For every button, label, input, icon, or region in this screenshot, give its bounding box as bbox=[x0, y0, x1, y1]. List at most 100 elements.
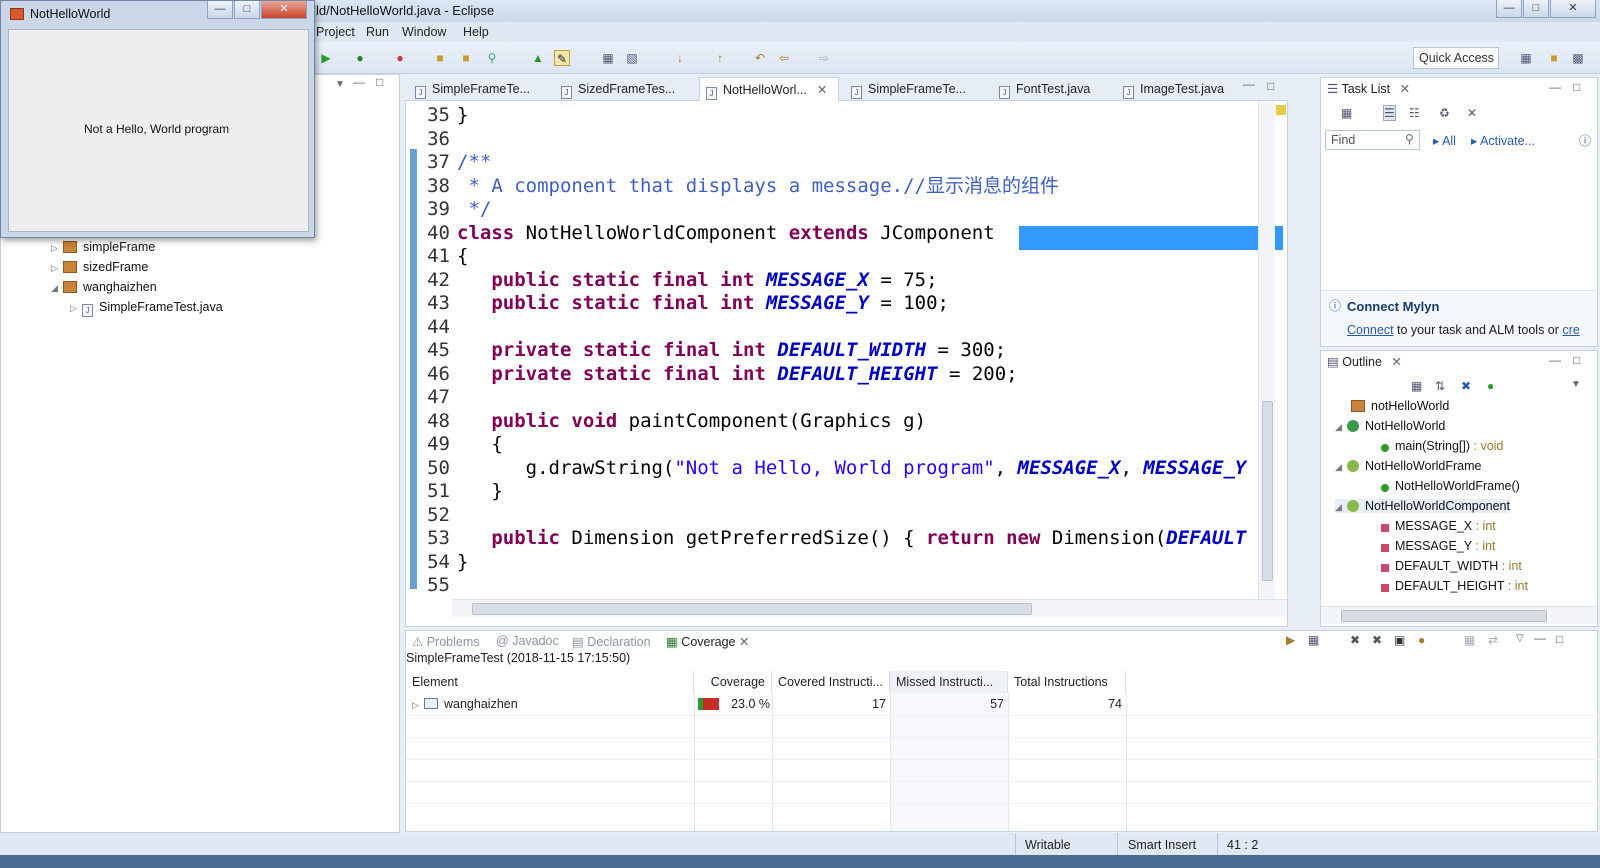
outline-item-selected[interactable]: ◢ NotHelloWorldComponent bbox=[1335, 499, 1510, 513]
tree-item-wanghaizhen[interactable]: ◢ wanghaizhen bbox=[51, 280, 157, 294]
create-link[interactable]: cre bbox=[1562, 323, 1579, 337]
prev-annotation-icon[interactable]: ↑ bbox=[712, 50, 728, 66]
activate-link[interactable]: ▸ Activate... bbox=[1471, 133, 1535, 148]
tab-javadoc[interactable]: @ Javadoc bbox=[496, 634, 559, 648]
col-total[interactable]: Total Instructions bbox=[1008, 671, 1126, 693]
pin-icon[interactable]: ▲ bbox=[530, 50, 546, 66]
expand-icon[interactable]: ▷ bbox=[51, 243, 63, 254]
popup-maximize-button[interactable]: □ bbox=[234, 1, 260, 19]
outline-item[interactable]: notHelloWorld bbox=[1351, 399, 1449, 413]
block-icon[interactable]: ▧ bbox=[624, 50, 640, 66]
outline-item[interactable]: ◢ NotHelloWorldFrame bbox=[1335, 459, 1481, 473]
scroll-thumb[interactable] bbox=[472, 603, 1032, 615]
relaunch-icon[interactable]: ▶ bbox=[1286, 633, 1295, 647]
tab-nothelloworld[interactable]: J NotHelloWorl... ✕ bbox=[699, 77, 839, 101]
tab-fonttest[interactable]: J FontTest.java bbox=[993, 77, 1111, 101]
outline-item[interactable]: ◢ NotHelloWorld bbox=[1335, 419, 1445, 433]
outline-item[interactable]: DEFAULT_HEIGHT : int bbox=[1381, 579, 1528, 593]
expand-icon[interactable]: ▷ bbox=[51, 263, 63, 274]
tab-outline[interactable]: ▤ Outline ✕ bbox=[1327, 351, 1402, 373]
vertical-scrollbar[interactable] bbox=[1258, 101, 1275, 599]
hide-static-icon[interactable]: ● bbox=[1487, 379, 1494, 393]
categorized-icon[interactable]: ☰ bbox=[1383, 105, 1396, 121]
minimize-view-icon[interactable]: — bbox=[353, 75, 365, 89]
open-type-icon[interactable]: ■ bbox=[432, 50, 448, 66]
menu-window[interactable]: Window bbox=[402, 25, 446, 39]
annotation-icon[interactable]: ▦ bbox=[600, 50, 616, 66]
outline-item[interactable]: MESSAGE_X : int bbox=[1381, 519, 1496, 533]
outline-item[interactable]: NotHelloWorldFrame() bbox=[1381, 479, 1520, 493]
tree-item-sizedframe[interactable]: ▷ sizedFrame bbox=[51, 260, 148, 274]
menu-run[interactable]: Run bbox=[366, 25, 389, 39]
scroll-thumb[interactable] bbox=[1341, 610, 1547, 622]
expand-icon[interactable]: ▷ bbox=[412, 694, 424, 716]
maximize-view-icon[interactable]: □ bbox=[1573, 353, 1580, 367]
outline-item[interactable]: main(String[]) : void bbox=[1381, 439, 1503, 453]
col-element[interactable]: Element bbox=[406, 671, 694, 693]
debug-perspective-icon[interactable]: ▩ bbox=[1570, 50, 1586, 66]
run-icon[interactable]: ▶ bbox=[318, 50, 334, 66]
quick-access-input[interactable]: Quick Access bbox=[1413, 47, 1499, 69]
tab-simpleframetest-1[interactable]: J SimpleFrameTe... bbox=[407, 77, 547, 101]
col-covered[interactable]: Covered Instructi... bbox=[772, 671, 890, 693]
maximize-editor-icon[interactable]: □ bbox=[1267, 79, 1274, 93]
tab-coverage[interactable]: ▦ Coverage ✕ bbox=[666, 634, 750, 649]
help-icon[interactable]: ⓘ bbox=[1579, 132, 1591, 149]
tab-imagetest[interactable]: J ImageTest.java bbox=[1117, 77, 1239, 101]
view-menu-icon[interactable]: ▼ bbox=[1571, 379, 1581, 390]
sync-icon[interactable]: ♻ bbox=[1439, 106, 1450, 120]
menu-project[interactable]: Project bbox=[316, 25, 355, 39]
remove-all-icon[interactable]: ✖ bbox=[1372, 633, 1382, 647]
merge-icon[interactable]: ▣ bbox=[1394, 633, 1405, 647]
table-row[interactable]: ▷ wanghaizhen bbox=[412, 693, 692, 715]
close-tab-icon[interactable]: ✕ bbox=[817, 83, 827, 97]
scroll-thumb[interactable] bbox=[1262, 401, 1273, 581]
view-menu-icon[interactable]: ▼ bbox=[335, 79, 345, 90]
col-missed[interactable]: Missed Instructi... bbox=[890, 671, 1008, 693]
tab-declaration[interactable]: ▤ Declaration bbox=[572, 634, 651, 649]
collapse-all-icon[interactable]: ▦ bbox=[1411, 379, 1422, 393]
tree-item-simpleframe[interactable]: ▷ simpleFrame bbox=[51, 240, 155, 254]
open-folder-icon[interactable]: ■ bbox=[458, 50, 474, 66]
close-tab-icon[interactable]: ✕ bbox=[1391, 355, 1401, 369]
sort-icon[interactable]: ⇅ bbox=[1435, 379, 1445, 393]
popup-minimize-button[interactable]: — bbox=[207, 1, 233, 19]
connect-link[interactable]: Connect bbox=[1347, 323, 1394, 337]
highlight-icon[interactable]: ✎ bbox=[554, 50, 570, 66]
sessions-icon[interactable]: ▦ bbox=[1308, 633, 1319, 647]
maximize-view-icon[interactable]: □ bbox=[376, 75, 383, 89]
minimize-view-icon[interactable]: — bbox=[1534, 631, 1546, 645]
back-icon[interactable]: ⇦ bbox=[776, 50, 792, 66]
hide-fields-icon[interactable]: ✖ bbox=[1461, 379, 1471, 393]
close-button[interactable]: ✕ bbox=[1550, 0, 1596, 18]
next-annotation-icon[interactable]: ↓ bbox=[672, 50, 688, 66]
menu-help[interactable]: Help bbox=[463, 25, 489, 39]
tab-problems[interactable]: ⚠ Problems bbox=[412, 634, 480, 649]
popup-close-button[interactable]: ✕ bbox=[261, 1, 307, 19]
maximize-view-icon[interactable]: □ bbox=[1556, 632, 1563, 646]
collapse-icon[interactable]: ◢ bbox=[1335, 462, 1347, 473]
new-task-icon[interactable]: ▦ bbox=[1341, 106, 1352, 120]
search-icon[interactable]: ⚲ bbox=[484, 50, 500, 66]
close-tab-icon[interactable]: ✕ bbox=[1400, 82, 1410, 96]
all-link[interactable]: ▸ All bbox=[1433, 133, 1456, 148]
expand-icon[interactable]: ▷ bbox=[70, 303, 82, 314]
outline-item[interactable]: DEFAULT_WIDTH : int bbox=[1381, 559, 1522, 573]
java-perspective-icon[interactable]: ■ bbox=[1546, 50, 1562, 66]
col-coverage[interactable]: Coverage bbox=[694, 671, 772, 693]
tab-simpleframetest-2[interactable]: J SimpleFrameTe... bbox=[845, 77, 985, 101]
collapse-icon[interactable]: ◢ bbox=[1335, 422, 1347, 433]
maximize-view-icon[interactable]: □ bbox=[1573, 80, 1580, 94]
outline-item[interactable]: MESSAGE_Y : int bbox=[1381, 539, 1496, 553]
debug-icon[interactable]: ● bbox=[352, 50, 368, 66]
collapse-icon[interactable]: ▦ bbox=[1464, 633, 1475, 647]
tab-sizedframetest[interactable]: J SizedFrameTes... bbox=[553, 77, 693, 101]
minimize-view-icon[interactable]: — bbox=[1549, 353, 1561, 367]
outline-horizontal-scrollbar[interactable] bbox=[1321, 606, 1597, 624]
code-editor[interactable]: 35} 36 37 /** 38 * A component that displays… bbox=[405, 101, 1288, 627]
tab-task-list[interactable]: ☰ Task List ✕ bbox=[1327, 78, 1411, 100]
remove-session-icon[interactable]: ✖ bbox=[1350, 633, 1360, 647]
maximize-button[interactable]: □ bbox=[1523, 0, 1549, 18]
last-edit-icon[interactable]: ↶ bbox=[752, 50, 768, 66]
minimize-view-icon[interactable]: — bbox=[1549, 80, 1561, 94]
